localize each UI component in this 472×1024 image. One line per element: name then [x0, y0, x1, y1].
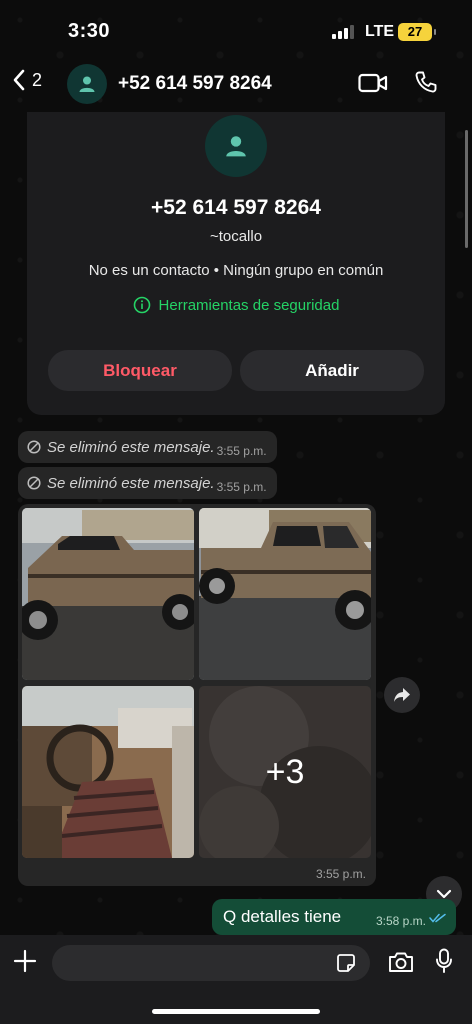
- back-button[interactable]: 2: [12, 68, 42, 92]
- deleted-message[interactable]: Se eliminó este mensaje. 3:55 p.m.: [18, 467, 277, 499]
- more-photos-count: +3: [265, 752, 305, 791]
- message-time: 3:55 p.m.: [216, 480, 267, 494]
- read-receipt-icon: [429, 913, 446, 923]
- home-indicator[interactable]: [152, 1009, 320, 1014]
- info-icon: [133, 296, 150, 314]
- voice-message-button[interactable]: [435, 948, 453, 979]
- chat-header: 2 +52 614 597 8264: [0, 56, 472, 112]
- prohibited-icon: [27, 476, 41, 490]
- outgoing-message[interactable]: Q detalles tiene 3:58 p.m.: [212, 899, 456, 935]
- chevron-down-icon: [436, 889, 452, 899]
- prohibited-icon: [27, 440, 41, 454]
- status-time: 3:30: [68, 20, 111, 42]
- plus-icon: [13, 949, 37, 973]
- signal-icon: [332, 25, 354, 39]
- contact-info-text: No es un contacto • Ningún grupo en comú…: [88, 262, 384, 279]
- forward-button[interactable]: [384, 677, 420, 713]
- photo-more-blurred[interactable]: +3: [199, 686, 371, 858]
- outgoing-message-text: Q detalles tiene: [223, 907, 342, 926]
- photo-truck-interior[interactable]: [22, 686, 194, 858]
- camera-button[interactable]: [388, 951, 414, 978]
- deleted-message-text: Se eliminó este mensaje.: [47, 474, 215, 492]
- contact-name: ~tocallo: [209, 228, 263, 245]
- video-call-button[interactable]: [358, 72, 388, 99]
- video-call-icon: [358, 73, 388, 93]
- battery-icon: 27: [398, 23, 436, 41]
- sticker-button[interactable]: [336, 953, 356, 978]
- message-time: 3:55 p.m.: [315, 867, 366, 881]
- status-bar: 3:30 LTE 27: [0, 0, 472, 60]
- media-album-message[interactable]: +3 3:55 p.m.: [18, 504, 376, 886]
- message-time: 3:55 p.m.: [216, 444, 267, 458]
- safety-tools-link[interactable]: Herramientas de seguridad: [27, 296, 445, 314]
- forward-icon: [394, 688, 410, 702]
- chevron-left-icon: [13, 69, 25, 91]
- add-contact-button[interactable]: Añadir: [240, 350, 424, 391]
- camera-icon: [389, 952, 413, 972]
- voice-call-button[interactable]: [414, 70, 438, 99]
- block-button[interactable]: Bloquear: [48, 350, 232, 391]
- network-type: LTE: [365, 23, 395, 40]
- contact-avatar[interactable]: [205, 115, 267, 177]
- contact-phone: +52 614 597 8264: [151, 196, 321, 219]
- phone-icon: [415, 71, 437, 93]
- message-input[interactable]: [52, 945, 370, 981]
- chat-title[interactable]: +52 614 597 8264: [118, 73, 272, 95]
- contact-info-card: +52 614 597 8264 ~tocallo No es un conta…: [27, 112, 445, 415]
- sticker-icon: [337, 954, 355, 972]
- scroll-indicator[interactable]: [465, 130, 468, 248]
- deleted-message[interactable]: Se eliminó este mensaje. 3:55 p.m.: [18, 431, 277, 463]
- person-icon: [226, 136, 246, 157]
- avatar[interactable]: [67, 64, 107, 104]
- safety-tools-label: Herramientas de seguridad: [158, 296, 340, 314]
- person-icon: [79, 76, 95, 92]
- attach-button[interactable]: [13, 949, 37, 978]
- photo-truck-side[interactable]: [22, 508, 194, 680]
- microphone-icon: [436, 948, 452, 973]
- message-time: 3:58 p.m.: [375, 914, 426, 928]
- deleted-message-text: Se eliminó este mensaje.: [47, 438, 215, 456]
- unread-count: 2: [32, 69, 43, 90]
- photo-truck-front[interactable]: [199, 508, 371, 680]
